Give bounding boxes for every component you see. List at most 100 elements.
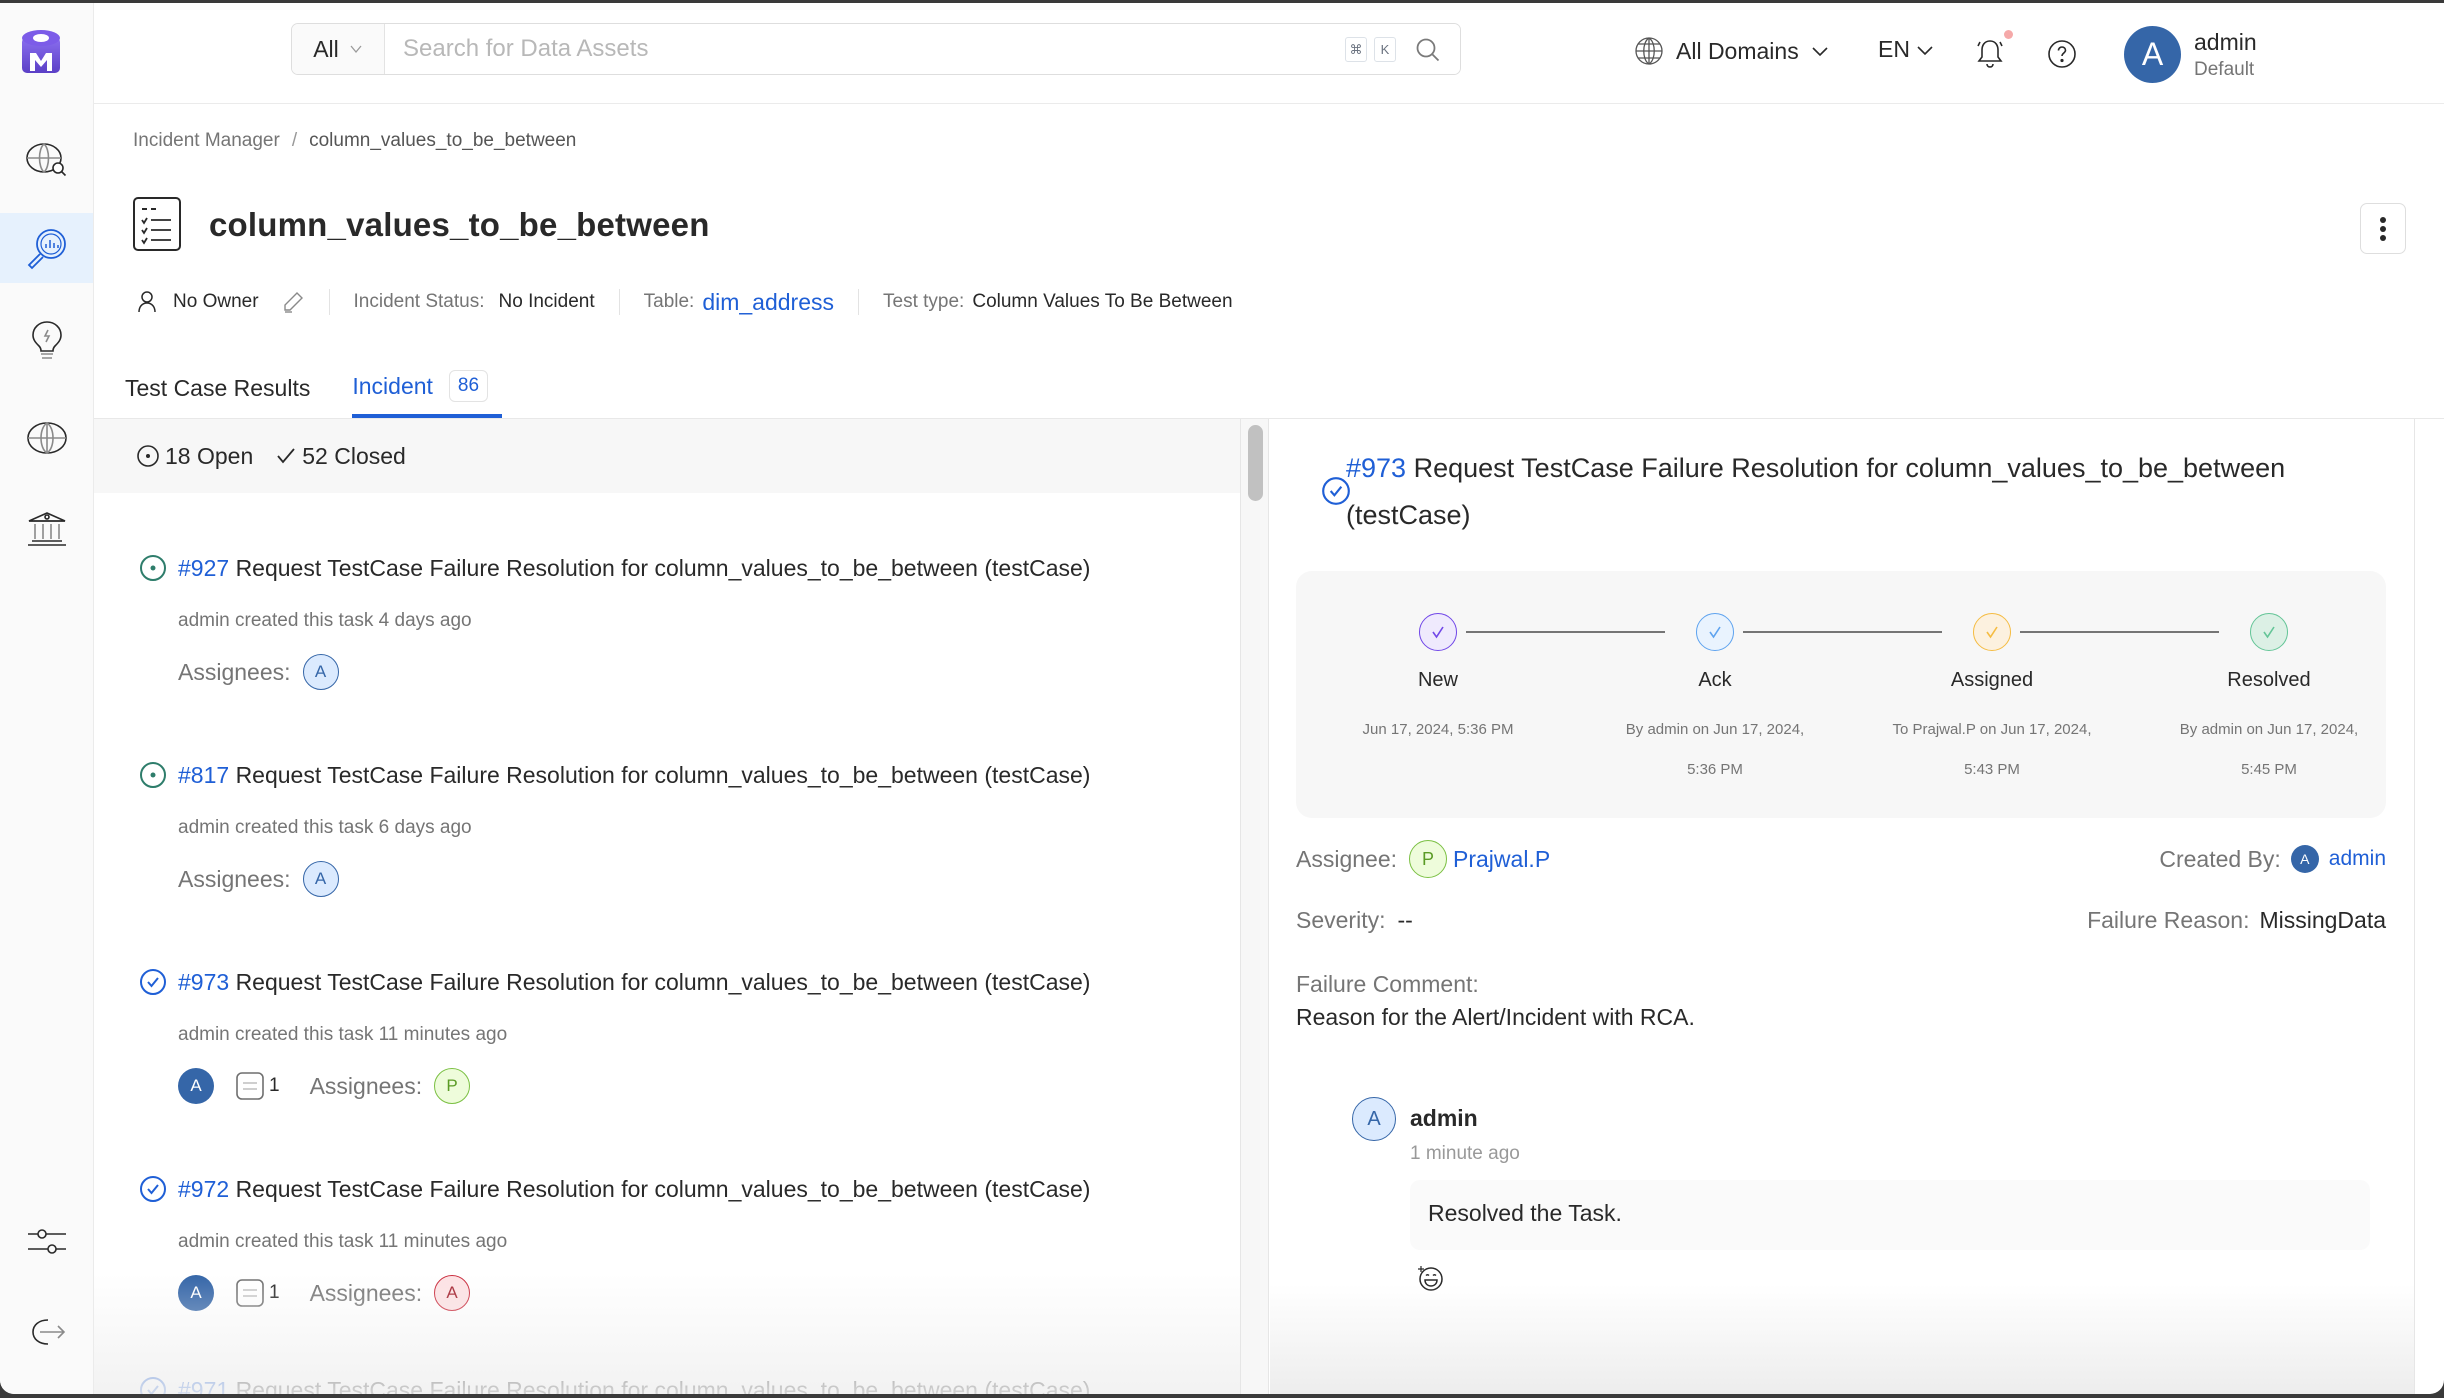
- failure-comment-label: Failure Comment:: [1296, 971, 1479, 997]
- user-name[interactable]: admin: [2194, 29, 2257, 56]
- edit-owner-icon[interactable]: [281, 290, 305, 314]
- sidebar-item-insights[interactable]: [0, 305, 93, 375]
- check-icon: [2250, 613, 2288, 651]
- assignee-avatar[interactable]: A: [302, 861, 339, 897]
- search-input[interactable]: [385, 24, 1460, 74]
- failure-reason-label: Failure Reason:: [2087, 907, 2250, 933]
- more-options-button[interactable]: [2360, 203, 2406, 254]
- comment-count[interactable]: 1: [234, 1070, 280, 1102]
- task-number: #817: [178, 761, 230, 788]
- closed-task-icon: [140, 969, 166, 995]
- task-title[interactable]: #927 Request TestCase Failure Resolution…: [178, 555, 1090, 582]
- task-title[interactable]: #817 Request TestCase Failure Resolution…: [178, 762, 1090, 789]
- comment-count[interactable]: 1: [234, 1277, 280, 1309]
- task-list-item[interactable]: #927 Request TestCase Failure Resolution…: [138, 553, 1090, 690]
- open-count: 18 Open: [165, 442, 254, 469]
- tab-incident[interactable]: Incident 86: [352, 370, 502, 418]
- breadcrumb-incident-manager[interactable]: Incident Manager: [133, 130, 280, 152]
- task-number: #972: [178, 1175, 230, 1202]
- notification-bell-icon[interactable]: [1974, 37, 2006, 71]
- data-quality-search-icon: [27, 229, 66, 270]
- task-detail-title: #973 Request TestCase Failure Resolution…: [1296, 445, 2376, 539]
- table-link[interactable]: dim_address: [702, 289, 834, 316]
- sidebar-item-governance[interactable]: [0, 493, 93, 563]
- comment-body: Resolved the Task.: [1410, 1180, 2370, 1250]
- assignees-label: Assignees:: [309, 1279, 423, 1306]
- task-title[interactable]: #972 Request TestCase Failure Resolution…: [178, 1176, 1090, 1203]
- timeline-step-ack: Ack By admin on Jun 17, 2024, 5:36 PM: [1585, 613, 1845, 790]
- assignee-avatar[interactable]: A: [302, 654, 339, 690]
- author-avatar[interactable]: A: [178, 1068, 214, 1104]
- task-list-item[interactable]: #971 Request TestCase Failure Resolution…: [138, 1375, 1090, 1394]
- sidebar-item-explore[interactable]: [0, 125, 93, 195]
- test-type-field: Test type: Column Values To Be Between: [858, 289, 1257, 315]
- task-title[interactable]: #971 Request TestCase Failure Resolution…: [178, 1377, 1090, 1395]
- timeline-label: Assigned: [1950, 669, 2034, 691]
- search-filter-dropdown[interactable]: All: [292, 24, 385, 74]
- sidebar-item-observability[interactable]: [0, 213, 93, 283]
- task-list-item[interactable]: #972 Request TestCase Failure Resolution…: [138, 1174, 1090, 1311]
- task-list-item[interactable]: #817 Request TestCase Failure Resolution…: [138, 760, 1090, 897]
- language-selector[interactable]: EN: [1878, 36, 1934, 63]
- timeline-step-assigned: Assigned To Prajwal.P on Jun 17, 2024, 5…: [1862, 613, 2122, 790]
- open-task-icon: [140, 555, 166, 581]
- tab-test-case-results[interactable]: Test Case Results: [125, 375, 310, 418]
- chevron-down-icon: [350, 45, 362, 54]
- assignee-avatar[interactable]: P: [1409, 840, 1448, 878]
- open-task-icon: [137, 445, 159, 467]
- assignee-avatar[interactable]: A: [434, 1275, 471, 1311]
- task-created: admin created this task 11 minutes ago: [178, 1024, 508, 1045]
- scrollbar-thumb[interactable]: [1248, 425, 1263, 501]
- incident-status-label: Incident Status:: [353, 291, 485, 312]
- creator-avatar[interactable]: A: [2290, 845, 2319, 873]
- failure-reason-value: MissingData: [2259, 907, 2386, 933]
- globe-icon: [1635, 37, 1663, 65]
- notification-dot: [2004, 30, 2013, 39]
- sidebar-item-settings[interactable]: [0, 1207, 93, 1277]
- author-avatar[interactable]: A: [178, 1275, 214, 1311]
- assignee-avatar[interactable]: P: [434, 1068, 471, 1104]
- task-list-scrollbar[interactable]: [1240, 419, 1269, 1394]
- creator-link[interactable]: admin: [2329, 847, 2386, 871]
- task-title[interactable]: #973 Request TestCase Failure Resolution…: [178, 969, 1090, 996]
- sidebar-item-logout[interactable]: [0, 1297, 93, 1367]
- cmd-key-hint: ⌘: [1345, 37, 1367, 62]
- domain-selector[interactable]: All Domains: [1634, 36, 1829, 66]
- comment-icon: [236, 1072, 264, 1100]
- task-created: admin created this task 11 minutes ago: [178, 1231, 508, 1252]
- assignee-row: Assignee: P Prajwal.P Created By: A admi…: [1296, 840, 2386, 878]
- check-icon: [1973, 613, 2011, 651]
- task-number: #973: [178, 968, 230, 995]
- filter-closed[interactable]: 52 Closed: [275, 443, 406, 470]
- chevron-down-icon: [1812, 47, 1828, 57]
- incident-status-field: Incident Status: No Incident: [328, 289, 619, 315]
- help-icon[interactable]: [2046, 38, 2078, 70]
- sidebar-item-domains[interactable]: [0, 403, 93, 473]
- created-by-label: Created By:: [2159, 845, 2281, 872]
- check-icon: [1419, 613, 1457, 651]
- task-list-item[interactable]: #973 Request TestCase Failure Resolution…: [138, 967, 1090, 1104]
- filter-open[interactable]: 18 Open: [136, 443, 253, 470]
- tab-label: Incident: [352, 372, 433, 399]
- assignee-link[interactable]: Prajwal.P: [1453, 846, 1550, 873]
- globe-search-icon: [25, 143, 66, 177]
- app-window: All ⌘ K All Domains EN A admin D: [0, 3, 2444, 1394]
- sliders-icon: [27, 1229, 66, 1254]
- severity-row: Severity: -- Failure Reason: MissingData: [1296, 907, 2386, 934]
- timeline-desc: By admin on Jun 17, 2024, 5:36 PM: [1625, 721, 1805, 778]
- timeline-desc: By admin on Jun 17, 2024, 5:45 PM: [2179, 721, 2359, 778]
- user-avatar[interactable]: A: [2124, 26, 2181, 83]
- table-label: Table:: [643, 291, 695, 312]
- search-icon[interactable]: [1414, 36, 1442, 64]
- task-title-text: Request TestCase Failure Resolution for …: [235, 968, 1091, 995]
- global-search: All ⌘ K: [291, 23, 1461, 75]
- tabs: Test Case Results Incident 86: [125, 361, 530, 418]
- closed-task-icon: [1322, 477, 1350, 505]
- search-filter-label: All: [313, 35, 339, 62]
- comment-author-avatar[interactable]: A: [1352, 1097, 1396, 1141]
- user-icon: [138, 291, 156, 313]
- app-logo[interactable]: [20, 29, 62, 79]
- timeline-desc: Jun 17, 2024, 5:36 PM: [1362, 721, 1514, 738]
- detail-task-title-text: Request TestCase Failure Resolution for …: [1346, 453, 2286, 530]
- comment-author[interactable]: admin: [1410, 1105, 1478, 1132]
